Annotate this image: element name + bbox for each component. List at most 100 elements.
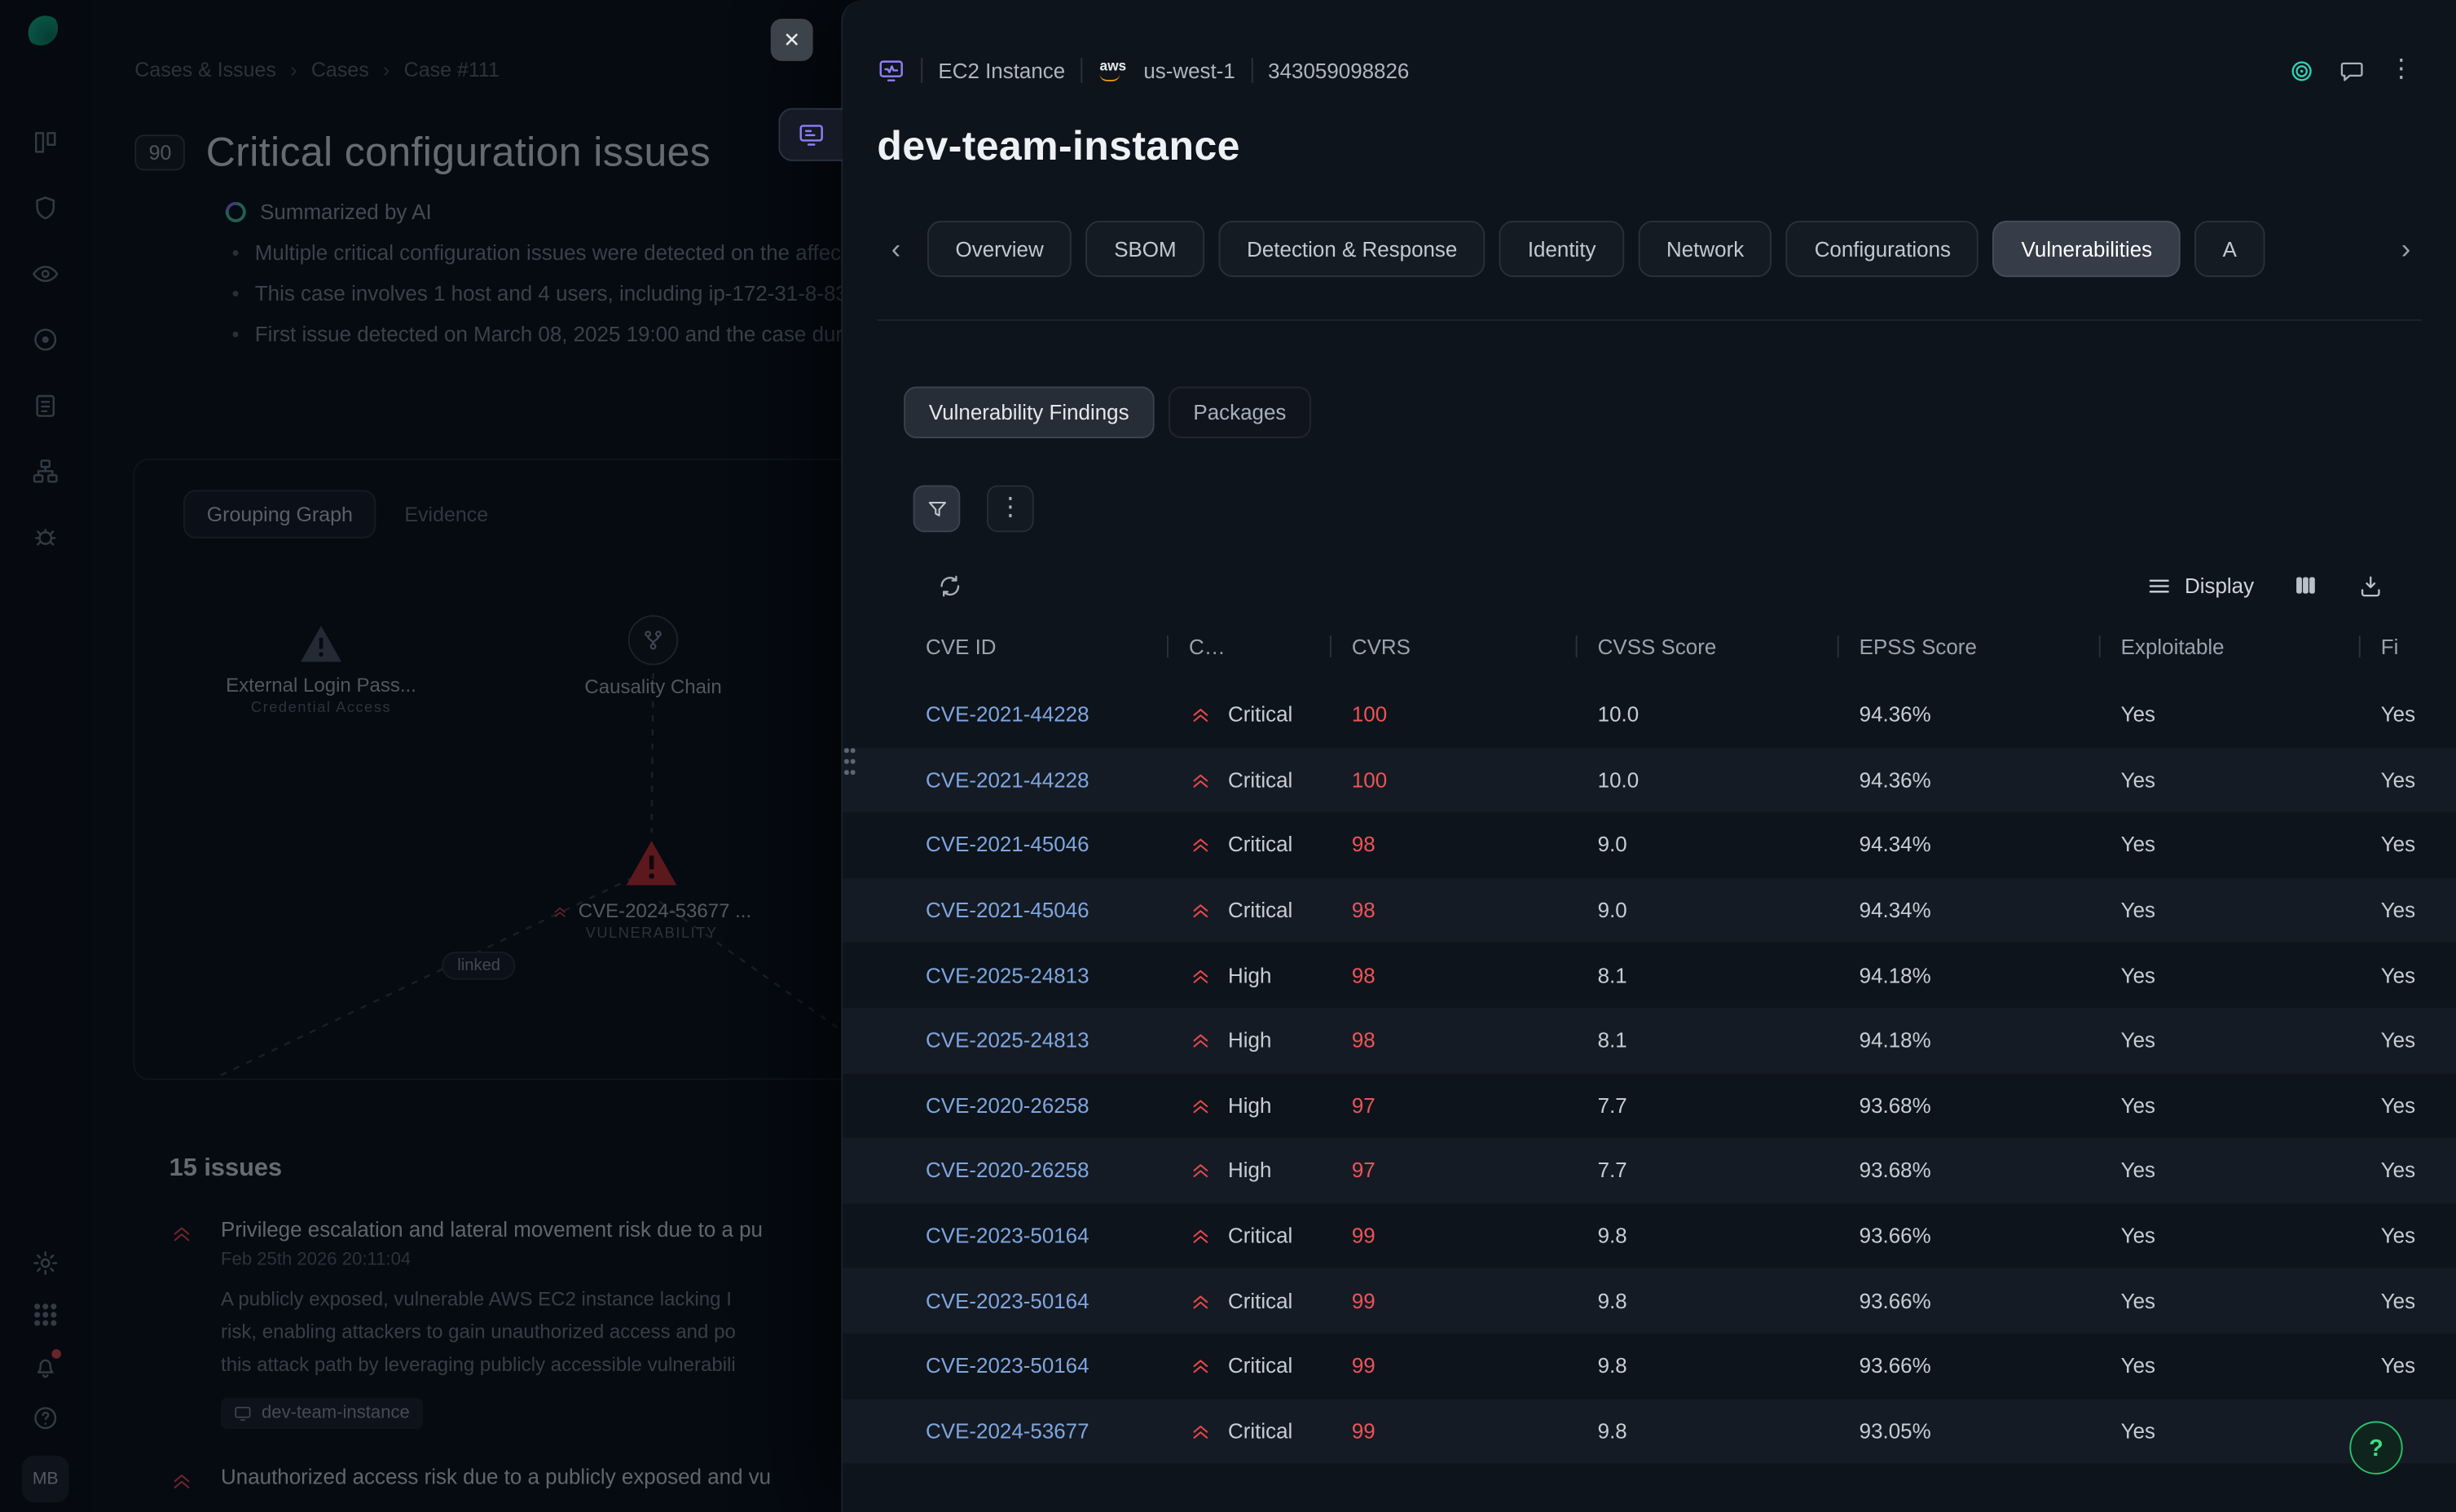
more-options-icon[interactable]: ⋮ (2384, 58, 2419, 83)
asset-tab[interactable]: Overview (927, 221, 1072, 277)
cve-id-link[interactable]: CVE-2021-44228 (926, 768, 1189, 792)
severity-chevrons-icon (1189, 899, 1213, 922)
cvrs-cell: 98 (1352, 1029, 1598, 1053)
cve-id-link[interactable]: CVE-2020-26258 (926, 1159, 1189, 1183)
cvss-cell: 8.1 (1598, 1029, 1860, 1053)
severity-cell: Critical (1189, 899, 1352, 922)
exploitable-cell: Yes (2121, 1029, 2381, 1053)
table-more-options-button[interactable]: ⋮ (987, 486, 1034, 533)
exploitable-cell: Yes (2121, 768, 2381, 792)
kebab-icon: ⋮ (997, 496, 1023, 521)
severity-chevrons-icon (1189, 768, 1213, 792)
table-toolbar: Display (936, 564, 2383, 608)
column-header-fix[interactable]: Fi (2381, 635, 2456, 658)
vulnerability-table: CVE ID C… CVRS CVSS Score EPSS Score Exp… (843, 623, 2456, 1464)
severity-chevrons-icon (1189, 1159, 1213, 1183)
table-row[interactable]: CVE-2023-50164 Critical 99 9.8 93.66% Ye… (843, 1268, 2456, 1334)
help-fab-button[interactable]: ? (2349, 1422, 2402, 1475)
tabs-scroll-left-button[interactable]: ‹ (877, 232, 914, 265)
cve-id-link[interactable]: CVE-2024-53677 (926, 1419, 1189, 1443)
aws-logo-icon: aws (1099, 59, 1126, 81)
fix-cell: Yes (2381, 703, 2456, 727)
table-row[interactable]: CVE-2023-50164 Critical 99 9.8 93.66% Ye… (843, 1203, 2456, 1268)
radar-scan-icon[interactable] (2284, 57, 2318, 84)
epss-cell: 93.66% (1860, 1224, 2121, 1248)
cve-id-link[interactable]: CVE-2021-45046 (926, 833, 1189, 857)
table-row[interactable]: CVE-2021-45046 Critical 98 9.0 94.34% Ye… (843, 877, 2456, 943)
cvss-cell: 7.7 (1598, 1094, 1860, 1118)
fix-cell: Yes (2381, 1159, 2456, 1183)
cve-id-link[interactable]: CVE-2021-44228 (926, 703, 1189, 727)
comments-icon[interactable] (2334, 57, 2368, 84)
table-row[interactable]: CVE-2021-45046 Critical 98 9.0 94.34% Ye… (843, 813, 2456, 878)
ec2-instance-icon (877, 56, 905, 85)
chat-panel-handle[interactable] (778, 108, 843, 161)
cve-id-link[interactable]: CVE-2021-45046 (926, 899, 1189, 922)
asset-tab[interactable]: Detection & Response (1219, 221, 1485, 277)
asset-tab[interactable]: Configurations (1786, 221, 1979, 277)
table-row[interactable]: CVE-2020-26258 High 97 7.7 93.68% Yes Ye… (843, 1138, 2456, 1203)
exploitable-cell: Yes (2121, 1159, 2381, 1183)
severity-cell: High (1189, 964, 1352, 987)
severity-chevrons-icon (1189, 1029, 1213, 1053)
cve-id-link[interactable]: CVE-2025-24813 (926, 964, 1189, 987)
columns-icon[interactable] (2293, 573, 2318, 598)
severity-cell: High (1189, 1029, 1352, 1053)
table-row[interactable]: CVE-2024-53677 Critical 99 9.8 93.05% Ye… (843, 1399, 2456, 1464)
fix-cell: Yes (2381, 833, 2456, 857)
severity-cell: High (1189, 1094, 1352, 1118)
filter-button[interactable] (913, 486, 961, 533)
subtab-vulnerability-findings[interactable]: Vulnerability Findings (904, 387, 1154, 438)
column-header-cvrs[interactable]: CVRS (1352, 635, 1598, 658)
column-header-exploitable[interactable]: Exploitable (2121, 635, 2381, 658)
asset-tab[interactable]: Network (1638, 221, 1772, 277)
cvrs-cell: 99 (1352, 1224, 1598, 1248)
table-row[interactable]: CVE-2021-44228 Critical 100 10.0 94.36% … (843, 748, 2456, 813)
cve-id-link[interactable]: CVE-2023-50164 (926, 1354, 1189, 1378)
cve-id-link[interactable]: CVE-2023-50164 (926, 1289, 1189, 1312)
severity-cell: Critical (1189, 703, 1352, 727)
asset-tab[interactable]: A (2194, 221, 2265, 277)
download-icon[interactable] (2357, 572, 2384, 599)
drawer-close-button[interactable]: ✕ (771, 19, 813, 61)
cvrs-cell: 100 (1352, 703, 1598, 727)
asset-tab[interactable]: SBOM (1086, 221, 1205, 277)
fix-cell: Yes (2381, 768, 2456, 792)
table-row[interactable]: CVE-2020-26258 High 97 7.7 93.68% Yes Ye… (843, 1073, 2456, 1138)
vulnerability-subtabs: Vulnerability Findings Packages (904, 387, 2456, 438)
exploitable-cell: Yes (2121, 1419, 2381, 1443)
table-row[interactable]: CVE-2025-24813 High 98 8.1 94.18% Yes Ye… (843, 943, 2456, 1008)
cve-id-link[interactable]: CVE-2020-26258 (926, 1094, 1189, 1118)
drawer-resize-handle[interactable] (844, 748, 856, 780)
asset-tab[interactable]: Identity (1499, 221, 1624, 277)
close-icon: ✕ (783, 28, 800, 53)
subtab-packages[interactable]: Packages (1169, 387, 1311, 438)
exploitable-cell: Yes (2121, 1224, 2381, 1248)
fix-cell: Yes (2381, 1354, 2456, 1378)
epss-cell: 94.34% (1860, 899, 2121, 922)
cve-id-link[interactable]: CVE-2023-50164 (926, 1224, 1189, 1248)
severity-cell: Critical (1189, 833, 1352, 857)
fix-cell: Yes (2381, 1289, 2456, 1312)
display-button[interactable]: Display (2146, 572, 2254, 599)
refresh-icon[interactable] (936, 572, 963, 599)
cve-id-link[interactable]: CVE-2025-24813 (926, 1029, 1189, 1053)
instance-chat-icon (797, 121, 825, 149)
table-row[interactable]: CVE-2025-24813 High 98 8.1 94.18% Yes Ye… (843, 1008, 2456, 1073)
severity-cell: Critical (1189, 1354, 1352, 1378)
table-row[interactable]: CVE-2023-50164 Critical 99 9.8 93.66% Ye… (843, 1334, 2456, 1399)
cvrs-cell: 98 (1352, 899, 1598, 922)
exploitable-cell: Yes (2121, 833, 2381, 857)
column-header-cve-id[interactable]: CVE ID (926, 635, 1189, 658)
column-header-cvss-score[interactable]: CVSS Score (1598, 635, 1860, 658)
column-header-severity[interactable]: C… (1189, 635, 1352, 658)
cvss-cell: 9.8 (1598, 1419, 1860, 1443)
severity-chevrons-icon (1189, 964, 1213, 987)
table-row[interactable]: CVE-2021-44228 Critical 100 10.0 94.36% … (843, 683, 2456, 748)
column-header-epss-score[interactable]: EPSS Score (1860, 635, 2121, 658)
cvss-cell: 8.1 (1598, 964, 1860, 987)
asset-tab[interactable]: Vulnerabilities (1993, 221, 2181, 277)
asset-title: dev-team-instance (877, 122, 2456, 171)
cvrs-cell: 100 (1352, 768, 1598, 792)
tabs-scroll-right-button[interactable]: › (2390, 232, 2421, 265)
